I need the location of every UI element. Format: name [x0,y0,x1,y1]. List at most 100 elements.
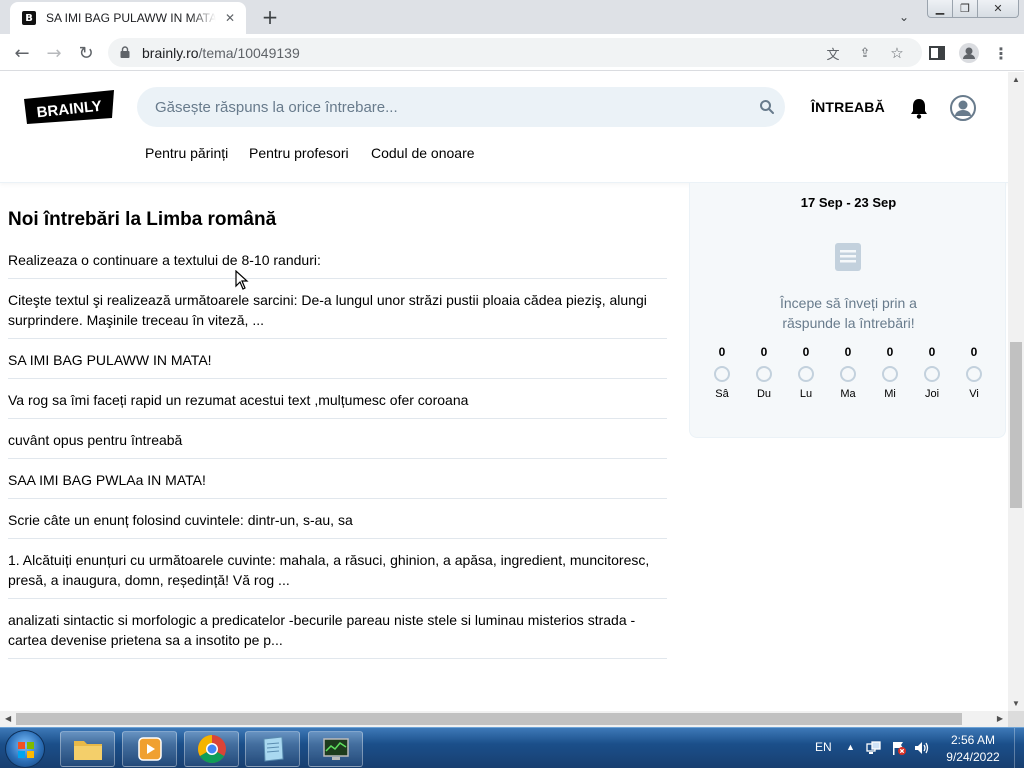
tab-title: SA IMI BAG PULAWW IN MATA! - Brainly.ro [46,11,216,25]
taskbar-chrome-button[interactable] [184,731,239,767]
day-circle [756,366,772,382]
streak-day: 0 Sâ [702,345,742,400]
streak-day: 0 Ma [828,345,868,400]
day-circle [924,366,940,382]
windows-taskbar: EN ▲ 2:56 AM 9/24/2022 [0,727,1024,769]
window-close-button[interactable]: ✕ [977,0,1019,18]
streak-day: 0 Joi [912,345,952,400]
weekly-streak-panel: 17 Sep - 23 Sep Începe să înveți prin a … [689,183,1006,438]
day-circle [840,366,856,382]
question-link[interactable]: analizati sintactic si morfologic a pred… [8,599,667,659]
chrome-icon [197,735,226,763]
vertical-scrollbar[interactable]: ▲ ▼ [1008,72,1024,711]
forward-arrow-icon[interactable]: → [41,40,67,66]
streak-days-row: 0 Sâ 0 Du 0 Lu 0 Ma 0 Mi 0 Joi 0 Vi [702,345,998,405]
monitor-icon [322,738,349,760]
translate-icon[interactable]: 文 [824,44,842,63]
nav-link-honor-code[interactable]: Codul de onoare [371,145,475,161]
streak-day: 0 Vi [954,345,994,400]
horizontal-scroll-thumb[interactable] [16,713,962,725]
horizontal-scrollbar[interactable]: ◀ ▶ [0,711,1008,727]
day-count: 0 [970,345,978,359]
tray-overflow-icon[interactable]: ▲ [846,742,855,752]
media-player-icon [137,737,162,761]
new-tab-button[interactable]: + [258,5,282,29]
clock-time[interactable]: 2:56 AM [938,733,1008,747]
tab-close-icon[interactable]: ✕ [222,10,238,26]
streak-day: 0 Du [744,345,784,400]
start-button[interactable] [5,730,45,768]
address-bar[interactable]: brainly.ro/tema/10049139 文 ⇪ ☆ [108,38,922,67]
taskbar-resource-monitor-button[interactable] [308,731,363,767]
question-link[interactable]: Va rog sa îmi faceți rapid un rezumat ac… [8,379,667,419]
question-link[interactable]: Scrie câte un enunț folosind cuvintele: … [8,499,667,539]
url-text: brainly.ro/tema/10049139 [142,45,300,61]
search-input[interactable] [155,97,715,117]
streak-day: 0 Mi [870,345,910,400]
question-link[interactable]: Citeşte textul şi realizează următoarele… [8,279,667,339]
week-range: 17 Sep - 23 Sep [800,195,897,210]
tab-search-chevron-icon[interactable]: ⌄ [894,8,914,26]
window-restore-button[interactable]: ❐ [952,0,978,18]
clock-date[interactable]: 9/24/2022 [938,750,1008,764]
windows-logo-icon [18,742,34,758]
scroll-right-arrow-icon[interactable]: ▶ [997,714,1003,723]
day-count: 0 [886,345,894,359]
day-circle [882,366,898,382]
window-minimize-button[interactable]: ▁ [927,0,953,18]
document-icon [835,243,861,271]
browser-tab-strip: B SA IMI BAG PULAWW IN MATA! - Brainly.r… [0,0,1024,34]
action-center-flag-icon[interactable] [891,740,907,756]
section-title: Noi întrebări la Limba română [8,209,277,230]
browser-menu-icon[interactable]: ⋮ [990,42,1012,64]
avatar-icon[interactable] [950,95,976,121]
favicon-icon: B [22,11,36,25]
day-label: Ma [840,388,856,400]
day-label: Sâ [715,388,729,400]
taskbar-explorer-button[interactable] [60,731,115,767]
notepad-icon [262,736,284,762]
day-count: 0 [718,345,726,359]
day-label: Du [756,388,772,400]
side-panel-icon[interactable] [926,42,948,64]
question-link[interactable]: cuvânt opus pentru întreabă [8,419,667,459]
day-label: Mi [884,388,896,400]
day-label: Lu [799,388,813,400]
bell-icon[interactable] [909,97,929,119]
search-icon[interactable] [759,99,775,115]
question-link[interactable]: SA IMI BAG PULAWW IN MATA! [8,339,667,379]
nav-link-teachers[interactable]: Pentru profesori [249,145,349,161]
taskbar-notepad-button[interactable] [245,731,300,767]
mouse-cursor-icon [235,270,249,290]
scroll-up-arrow-icon[interactable]: ▲ [1012,75,1020,84]
question-list: Realizeaza o continuare a textului de 8-… [8,240,667,659]
scroll-down-arrow-icon[interactable]: ▼ [1012,699,1020,708]
browser-tab[interactable]: B SA IMI BAG PULAWW IN MATA! - Brainly.r… [10,2,246,34]
star-icon[interactable]: ☆ [888,44,906,62]
tray-language[interactable]: EN [815,740,832,754]
back-arrow-icon[interactable]: ← [9,40,35,66]
browser-toolbar: ← → ↻ brainly.ro/tema/10049139 文 ⇪ ☆ ⋮ [0,34,1024,71]
site-header: BRAINLY ÎNTREABĂ Pentru părinți Pentru p… [0,72,1008,183]
volume-icon[interactable] [914,740,930,756]
lock-icon[interactable] [120,46,130,58]
taskbar-media-player-button[interactable] [122,731,177,767]
day-count: 0 [802,345,810,359]
day-circle [966,366,982,382]
show-desktop-button[interactable] [1014,728,1024,769]
reload-icon[interactable]: ↻ [73,40,99,66]
streak-day: 0 Lu [786,345,826,400]
scroll-left-arrow-icon[interactable]: ◀ [5,714,11,723]
share-icon[interactable]: ⇪ [856,44,874,62]
brainly-logo[interactable]: BRAINLY [24,90,114,124]
question-link[interactable]: SAA IMI BAG PWLAa IN MATA! [8,459,667,499]
vertical-scroll-thumb[interactable] [1010,342,1022,508]
question-link[interactable]: Realizeaza o continuare a textului de 8-… [8,240,667,279]
ask-question-button[interactable]: ÎNTREABĂ [811,99,885,115]
page-viewport: BRAINLY ÎNTREABĂ Pentru părinți Pentru p… [0,72,1008,711]
scrollbar-corner [1008,711,1024,727]
network-icon[interactable] [866,740,882,756]
profile-icon[interactable] [958,42,980,64]
question-link[interactable]: 1. Alcătuiți enunțuri cu următoarele cuv… [8,539,667,599]
nav-link-parents[interactable]: Pentru părinți [145,145,228,161]
